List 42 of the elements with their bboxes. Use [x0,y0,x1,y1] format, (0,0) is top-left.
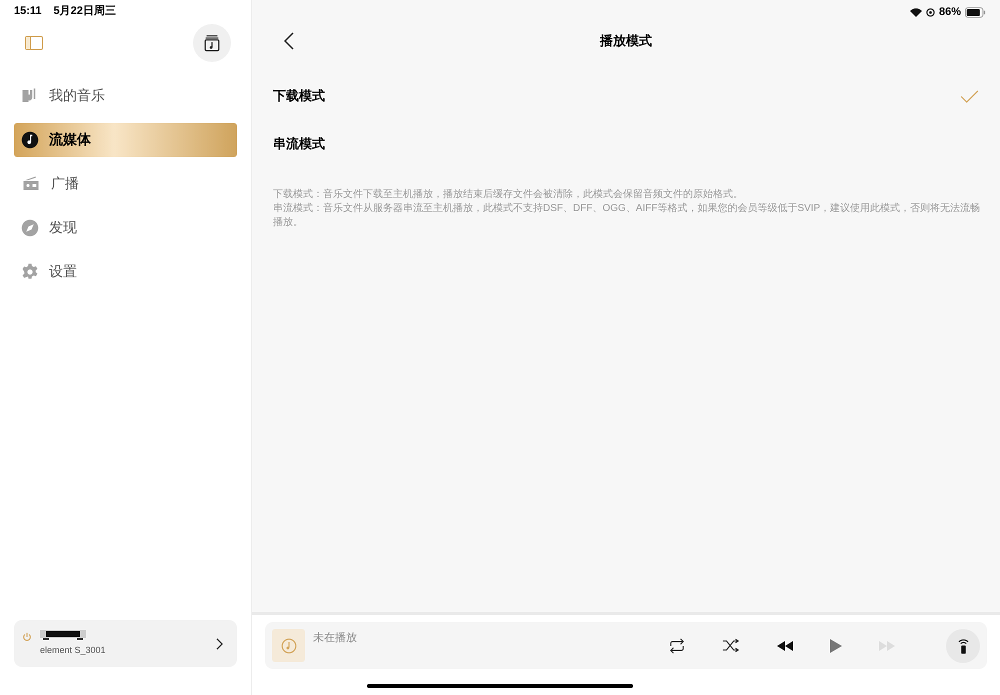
fast-forward-icon [878,640,896,650]
battery-percent: 86% [938,4,961,20]
nav-item[interactable]: 设置 [14,254,237,288]
status-date: 5月22日周三 [54,4,116,19]
play-button[interactable] [830,638,842,652]
sidebar-toggle-button[interactable] [25,36,43,50]
device-card[interactable]: element S_3001 [14,620,237,667]
nav-item[interactable]: 流媒体 [14,122,237,156]
music-note-icon [21,130,39,148]
rewind-icon [776,640,794,650]
chevron-right-icon [216,638,223,650]
nav-item[interactable]: 我的音乐 [14,78,237,112]
chevron-left-icon [284,32,294,50]
nav-item[interactable]: 发现 [14,210,237,244]
music-stack-icon [203,34,221,52]
radio-icon [21,174,41,192]
orientation-lock-icon [926,8,935,16]
device-name: element S_3001 [40,644,106,657]
play-icon [830,638,842,652]
music-note-icon [280,638,296,654]
page-title: 播放模式 [600,32,652,50]
repeat-icon [668,638,686,654]
nav-item[interactable]: 广播 [14,166,237,200]
remote-control-icon [958,637,968,654]
playlist-button[interactable] [193,24,231,62]
rewind-button[interactable] [776,640,794,650]
power-icon [22,632,32,642]
shuffle-button[interactable] [722,638,740,653]
battery-icon [965,6,986,18]
settings-icon [21,262,39,280]
now-playing-status: 未在播放 [313,631,357,646]
amplifier-icon [40,630,86,640]
mode-description: 下载模式：音乐文件下载至主机播放，播放结束后缓存文件会被清除，此模式会保留音频文件的原始格式。 [273,188,744,202]
status-time: 15:11 [14,4,42,19]
remote-button[interactable] [946,628,980,662]
mode-description: 串流模式：音乐文件从服务器串流至主机播放，此模式不支持DSF、DFF、OGG、AIFF等格式，如果您的会员等级低于SVIP，建议使用此模式，否则将无法流畅播放。 [273,202,982,230]
repeat-button[interactable] [668,638,686,654]
mode-option[interactable]: 串流模式 [252,120,1000,168]
compass-icon [21,218,39,236]
shuffle-icon [722,638,740,653]
wifi-icon [910,8,922,16]
mode-option[interactable]: 下载模式 [252,72,1000,120]
